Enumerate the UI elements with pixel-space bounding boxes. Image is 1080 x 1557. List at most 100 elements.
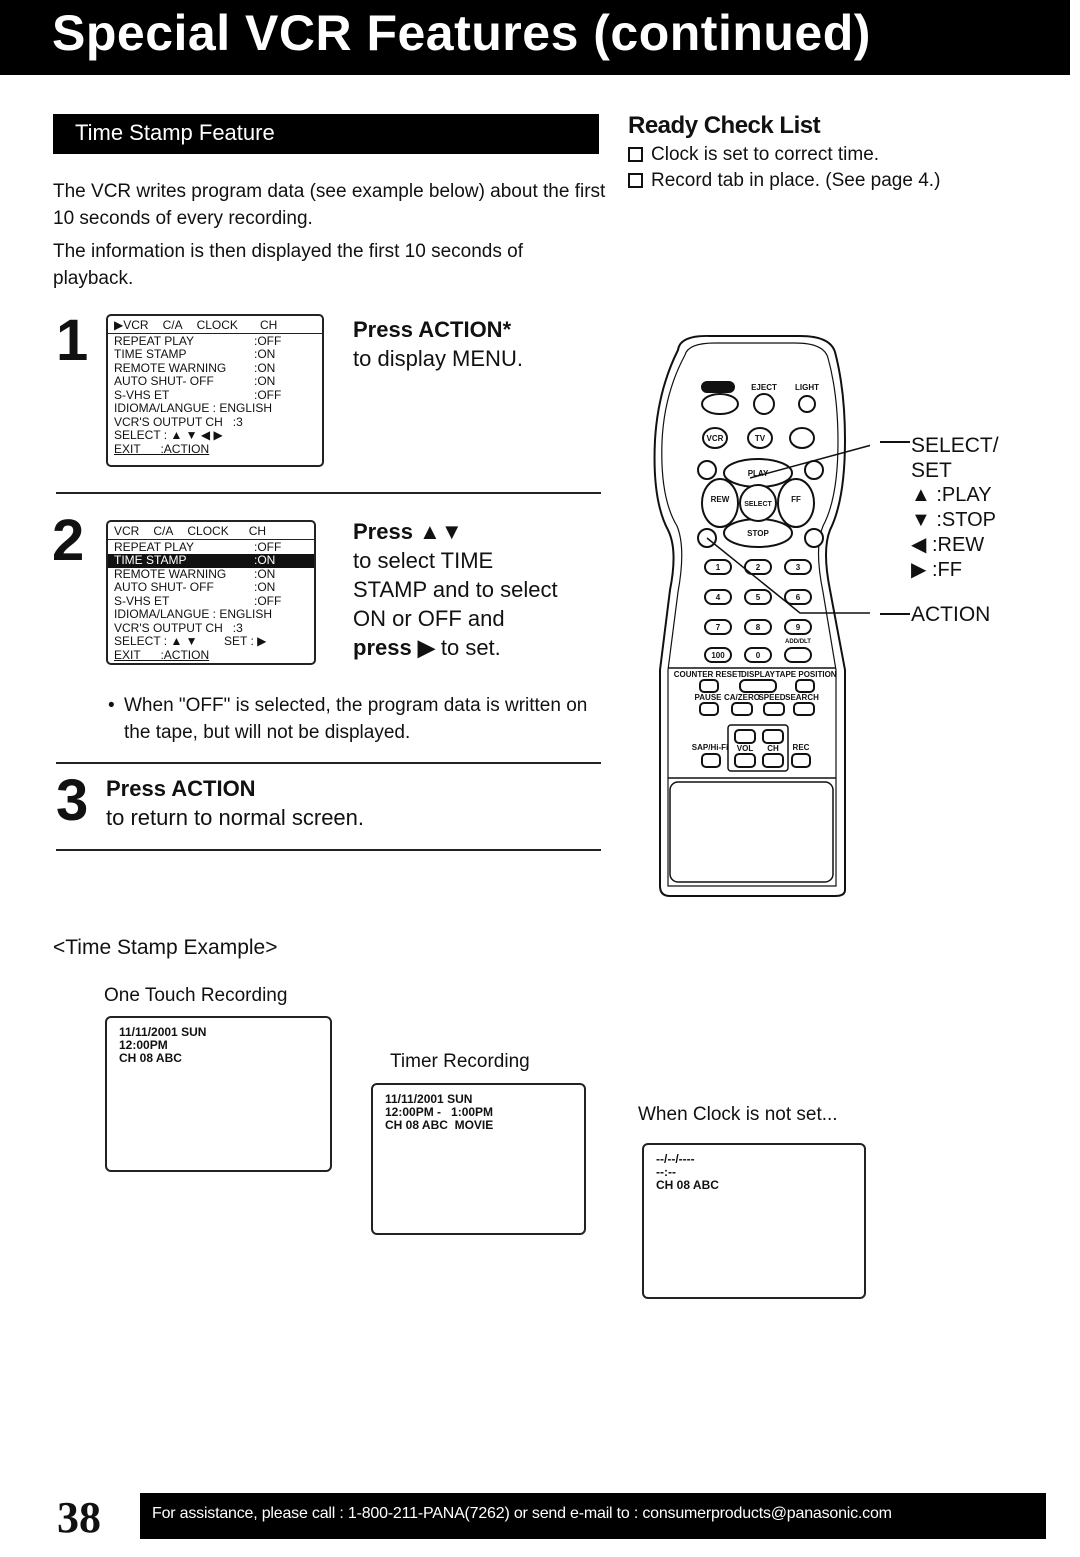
menu-tab-ch: CH bbox=[259, 318, 278, 332]
divider bbox=[56, 762, 601, 764]
step-1-instructions: Press ACTION* to display MENU. bbox=[353, 315, 523, 373]
ready-checklist: Ready Check List Clock is set to correct… bbox=[628, 112, 940, 194]
menu-row: S-VHS ET:OFF bbox=[114, 387, 282, 402]
side-button bbox=[804, 460, 824, 480]
menu-select-row: SELECT : ▲ ▼ SET : ▶ bbox=[114, 634, 267, 648]
menu-tab-clock: CLOCK bbox=[196, 318, 238, 332]
svg-text:6: 6 bbox=[796, 593, 801, 602]
menu-row: AUTO SHUT- OFF:ON bbox=[114, 580, 276, 594]
menu-row: TIME STAMP:ON bbox=[114, 347, 276, 361]
section-title: Time Stamp Feature bbox=[75, 120, 275, 145]
step-2-note: • When "OFF" is selected, the program da… bbox=[108, 692, 604, 746]
svg-text:LIGHT: LIGHT bbox=[795, 383, 819, 392]
menu-tabs: ▶VCR C/A CLOCK CH bbox=[108, 318, 322, 334]
checkbox-icon[interactable] bbox=[628, 173, 643, 188]
power-button bbox=[701, 393, 739, 415]
svg-text:TAPE POSITION: TAPE POSITION bbox=[775, 670, 836, 679]
step-3-instructions: Press ACTION to return to normal screen. bbox=[106, 774, 364, 832]
intro-paragraph-2: The information is then displayed the fi… bbox=[53, 241, 523, 289]
svg-text:SEARCH: SEARCH bbox=[785, 693, 819, 702]
svg-text:EJECT: EJECT bbox=[751, 383, 777, 392]
svg-text:COUNTER RESET: COUNTER RESET bbox=[674, 670, 743, 679]
callout-line bbox=[880, 613, 910, 615]
menu-row-highlighted: TIME STAMP:ON bbox=[108, 553, 314, 568]
divider bbox=[56, 492, 601, 494]
svg-text:SPEED: SPEED bbox=[758, 693, 785, 702]
svg-text:100: 100 bbox=[711, 651, 725, 660]
svg-text:PAUSE: PAUSE bbox=[695, 693, 723, 702]
remote-control-illustration: EJECT LIGHT VCR TV PLAY STOP REW FF SELE… bbox=[653, 334, 870, 897]
menu-tab-ca: C/A bbox=[162, 318, 183, 332]
svg-text:7: 7 bbox=[716, 623, 721, 632]
svg-text:2: 2 bbox=[756, 563, 761, 572]
callout-line bbox=[880, 441, 910, 443]
svg-text:5: 5 bbox=[756, 593, 761, 602]
svg-text:1: 1 bbox=[716, 563, 721, 572]
menu-row: REMOTE WARNING:ON bbox=[114, 360, 276, 375]
callout-play: ▲ :PLAY bbox=[911, 484, 992, 506]
no-clock-label: When Clock is not set... bbox=[638, 1104, 838, 1125]
menu-row: REPEAT PLAY:OFF bbox=[114, 333, 282, 348]
step-2-instructions: Press ▲▼ to select TIME STAMP and to sel… bbox=[353, 517, 558, 662]
step-1-heading: Press ACTION* bbox=[353, 317, 512, 342]
divider bbox=[56, 849, 601, 851]
step-3-number: 3 bbox=[56, 768, 89, 833]
svg-text:VOL: VOL bbox=[737, 744, 754, 753]
svg-text:4: 4 bbox=[716, 593, 721, 602]
checklist-title: Ready Check List bbox=[628, 112, 821, 139]
timer-label: Timer Recording bbox=[390, 1051, 530, 1072]
menu-row: REPEAT PLAY:OFF bbox=[114, 539, 282, 554]
svg-text:0: 0 bbox=[756, 651, 761, 660]
step-2-heading: Press ▲▼ bbox=[353, 519, 463, 544]
svg-text:3: 3 bbox=[796, 563, 801, 572]
menu-tab-ch: CH bbox=[248, 524, 267, 538]
svg-text:9: 9 bbox=[796, 623, 801, 632]
step-2-text-line: press ▶ to set. bbox=[353, 635, 501, 660]
menu-language-row: IDIOMA/LANGUE : ENGLISH bbox=[114, 607, 273, 621]
svg-text:REW: REW bbox=[711, 495, 730, 504]
callout-stop: ▼ :STOP bbox=[911, 509, 996, 531]
menu-row: AUTO SHUT- OFF:ON bbox=[114, 374, 276, 388]
checklist-item: Record tab in place. (See page 4.) bbox=[628, 168, 940, 194]
step-1-menu-screen: ▶VCR C/A CLOCK CH REPEAT PLAY:OFF TIME S… bbox=[106, 314, 324, 467]
page-title: Special VCR Features (continued) bbox=[52, 5, 871, 61]
side-button bbox=[804, 528, 824, 548]
step-2-number: 2 bbox=[52, 508, 85, 573]
svg-text:VCR: VCR bbox=[707, 434, 724, 443]
no-clock-screen: --/--/---- --:-- CH 08 ABC bbox=[642, 1143, 866, 1299]
menu-exit-row: EXIT :ACTION bbox=[114, 441, 210, 456]
svg-text:FF: FF bbox=[791, 495, 801, 504]
svg-text:DISPLAY: DISPLAY bbox=[741, 670, 776, 679]
examples-title: <Time Stamp Example> bbox=[53, 936, 278, 959]
one-touch-label: One Touch Recording bbox=[104, 985, 288, 1006]
step-1-text: to display MENU. bbox=[353, 346, 523, 371]
dss-button bbox=[789, 427, 815, 449]
menu-language-row: IDIOMA/LANGUE : ENGLISH bbox=[114, 401, 273, 415]
menu-tab-ca: C/A bbox=[153, 524, 174, 538]
menu-output-row: VCR'S OUTPUT CH :3 bbox=[114, 620, 243, 635]
assistance-bar: For assistance, please call : 1-800-211-… bbox=[140, 1493, 1046, 1539]
svg-text:SELECT: SELECT bbox=[744, 501, 772, 508]
menu-tabs: VCR C/A CLOCK CH bbox=[108, 524, 314, 540]
page-title-bar: Special VCR Features (continued) bbox=[0, 0, 1070, 75]
callout-ff: ▶ :FF bbox=[911, 559, 962, 581]
section-header: Time Stamp Feature bbox=[53, 114, 599, 154]
step-2-text-line: to select TIME bbox=[353, 548, 494, 573]
side-button bbox=[697, 460, 717, 480]
menu-row: REMOTE WARNING:ON bbox=[114, 566, 276, 581]
svg-text:TV: TV bbox=[755, 434, 766, 443]
svg-text:REC: REC bbox=[793, 743, 810, 752]
svg-text:8: 8 bbox=[756, 623, 761, 632]
action-callout: ACTION bbox=[911, 603, 991, 626]
one-touch-screen: 11/11/2001 SUN 12:00PM CH 08 ABC bbox=[105, 1016, 332, 1172]
menu-output-row: VCR'S OUTPUT CH :3 bbox=[114, 414, 243, 429]
svg-text:CA/ZERO: CA/ZERO bbox=[724, 693, 760, 702]
power-label-icon bbox=[701, 381, 735, 393]
select-set-callout: SELECT/ SET ▲ :PLAY ▼ :STOP ◀ :REW ▶ :FF bbox=[911, 434, 999, 581]
step-2-text-line: ON or OFF and bbox=[353, 606, 505, 631]
step-3-heading: Press ACTION bbox=[106, 776, 256, 801]
svg-text:STOP: STOP bbox=[747, 529, 769, 538]
checkbox-icon[interactable] bbox=[628, 147, 643, 162]
svg-text:SAP/Hi-Fi: SAP/Hi-Fi bbox=[692, 743, 728, 752]
menu-exit-row: EXIT :ACTION bbox=[114, 647, 210, 662]
